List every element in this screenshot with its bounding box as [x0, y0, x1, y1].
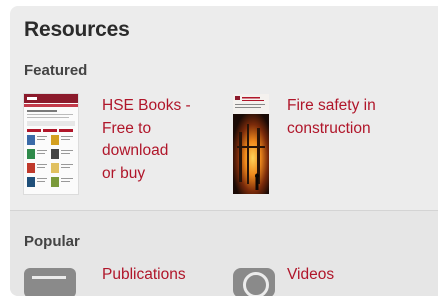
- hse-books-line-1: HSE Books -: [102, 97, 191, 114]
- hse-books-line-2: Free to: [102, 119, 152, 137]
- fire-safety-line-2: construction: [287, 119, 371, 137]
- publications-link[interactable]: Publications: [102, 266, 186, 284]
- fire-safety-line-1: Fire safety in: [287, 97, 376, 114]
- panel-title: Resources: [24, 18, 130, 41]
- publications-icon[interactable]: [24, 268, 76, 296]
- fire-safety-link[interactable]: Fire safety in construction: [287, 95, 437, 140]
- videos-icon[interactable]: [233, 268, 275, 296]
- resources-panel: Resources Featured HSE Books - Free to d…: [10, 6, 438, 296]
- popular-item-publications[interactable]: Publications: [24, 262, 224, 296]
- hse-books-line-4: or buy: [102, 164, 146, 182]
- popular-heading: Popular: [24, 233, 80, 250]
- popular-item-videos[interactable]: Videos: [233, 262, 433, 296]
- hse-books-link[interactable]: HSE Books - Free to download or buy: [102, 95, 212, 185]
- featured-heading: Featured: [24, 62, 88, 79]
- featured-item-fire-safety[interactable]: Fire safety in construction: [233, 94, 438, 206]
- videos-link[interactable]: Videos: [287, 266, 334, 284]
- hse-books-thumbnail-icon[interactable]: [24, 94, 78, 194]
- fire-safety-cover-thumbnail-icon[interactable]: [233, 94, 269, 194]
- featured-item-hse-books[interactable]: HSE Books - Free to download or buy: [24, 94, 214, 206]
- hse-books-line-3: download: [102, 142, 169, 159]
